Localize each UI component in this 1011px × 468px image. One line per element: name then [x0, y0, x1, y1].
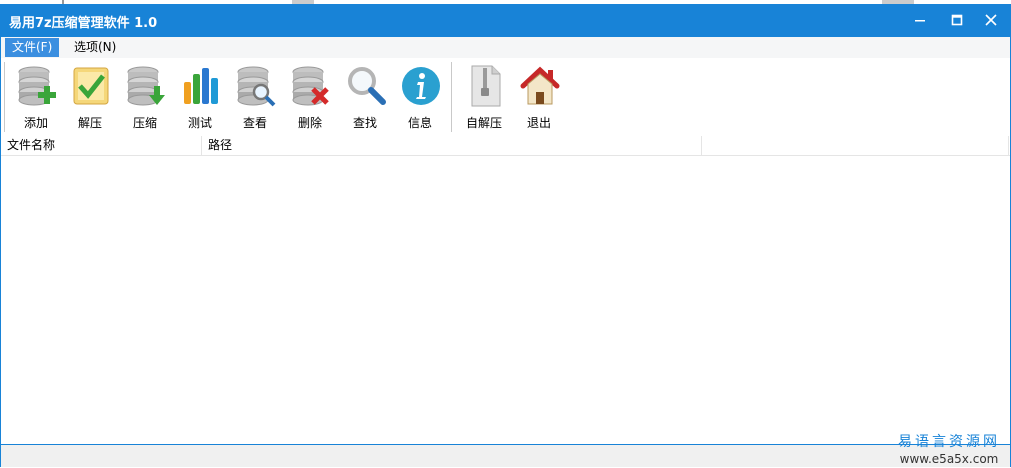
delete-icon: [292, 66, 329, 106]
column-extra[interactable]: [702, 136, 1009, 155]
minimize-button[interactable]: [903, 4, 937, 37]
home-icon: [520, 66, 560, 105]
app-window: 易用7z压缩管理软件 1.0 文件(F) 选项(N) 添加 解压 压缩 测试 查…: [0, 4, 1011, 467]
status-bar: [1, 444, 1010, 467]
close-button[interactable]: [974, 4, 1008, 37]
compress-icon: [127, 66, 165, 106]
window-title: 易用7z压缩管理软件 1.0: [9, 16, 158, 31]
test-button[interactable]: 测试: [175, 62, 225, 134]
menu-file[interactable]: 文件(F): [5, 38, 60, 57]
add-button[interactable]: 添加: [11, 62, 61, 134]
zip-file-icon: [471, 65, 501, 107]
menu-bar: 文件(F) 选项(N): [1, 37, 1010, 58]
search-icon: [348, 67, 386, 105]
info-icon: [402, 67, 440, 105]
view-icon: [237, 66, 276, 107]
info-button[interactable]: 信息: [395, 62, 445, 134]
compress-button[interactable]: 压缩: [120, 62, 170, 134]
file-list[interactable]: [1, 156, 1010, 444]
exit-button[interactable]: 退出: [514, 62, 564, 134]
watermark-site-name: 易语言资源网: [898, 434, 1000, 450]
extract-button[interactable]: 解压: [65, 62, 115, 134]
find-button[interactable]: 查找: [340, 62, 390, 134]
title-bar[interactable]: 易用7z压缩管理软件 1.0: [1, 4, 1010, 37]
watermark-url: www.e5a5x.com: [899, 452, 999, 466]
exit-label: 退出: [526, 116, 551, 130]
info-label: 信息: [407, 116, 432, 130]
view-button[interactable]: 查看: [230, 62, 280, 134]
file-list-header: 文件名称 路径: [1, 136, 1010, 156]
close-icon: [985, 14, 997, 26]
toolbar: 添加 解压 压缩 测试 查看 删除 查找 信息 自解压 退出: [1, 58, 1010, 136]
column-path[interactable]: 路径: [202, 136, 702, 155]
self-extract-button[interactable]: 自解压: [459, 62, 509, 134]
maximize-icon: [951, 14, 963, 26]
bar-chart-icon: [184, 68, 218, 104]
extract-icon: [73, 67, 109, 105]
delete-button[interactable]: 删除: [285, 62, 335, 134]
minimize-icon: [915, 20, 925, 22]
watermark: 易语言资源网 www.e5a5x.com: [893, 431, 1005, 466]
menu-options[interactable]: 选项(N): [67, 38, 123, 57]
column-filename[interactable]: 文件名称: [1, 136, 202, 155]
maximize-button[interactable]: [940, 4, 974, 37]
add-archive-icon: [18, 66, 56, 106]
